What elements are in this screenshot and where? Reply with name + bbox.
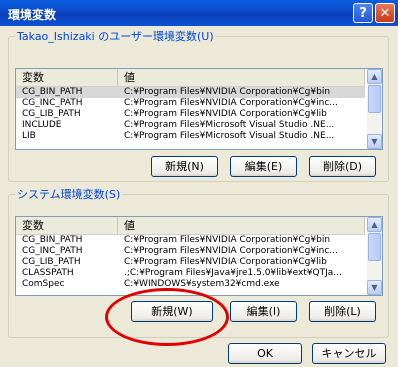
variable-name: CG_INC_PATH: [22, 246, 83, 256]
variable-value: C:¥Program Files¥NVIDIA Corporation¥Cg¥l…: [124, 109, 327, 119]
cancel-button[interactable]: キャンセル: [312, 343, 386, 364]
table-row[interactable]: CG_INC_PATH C:¥Program Files¥NVIDIA Corp…: [16, 98, 365, 109]
ok-button[interactable]: OK: [228, 343, 302, 364]
scroll-down-arrow-icon[interactable]: ▼: [367, 280, 382, 295]
table-row[interactable]: CG_BIN_PATH C:¥Program Files¥NVIDIA Corp…: [16, 87, 365, 98]
scroll-up-arrow-icon[interactable]: ▲: [367, 217, 382, 232]
scroll-thumb[interactable]: [368, 233, 381, 261]
variable-name: LIB: [22, 131, 36, 141]
variable-value: C:¥Program Files¥Microsoft Visual Studio…: [124, 131, 335, 141]
table-row[interactable]: ComSpec C:¥WINDOWS¥system32¥cmd.exe: [16, 279, 365, 290]
variable-name: ComSpec: [22, 279, 65, 289]
table-row[interactable]: CG_INC_PATH C:¥Program Files¥NVIDIA Corp…: [16, 246, 365, 257]
user-edit-button[interactable]: 編集(E): [230, 156, 297, 177]
variable-name: CG_BIN_PATH: [22, 87, 83, 97]
column-header-value[interactable]: 値: [118, 217, 365, 234]
system-edit-button[interactable]: 編集(I): [230, 301, 297, 322]
list-header: 変数 値: [16, 217, 365, 235]
variable-value: C:¥Program Files¥NVIDIA Corporation¥Cg¥b…: [124, 87, 331, 97]
scroll-down-arrow-icon[interactable]: ▼: [367, 134, 382, 149]
user-delete-button[interactable]: 削除(D): [309, 156, 376, 177]
table-row[interactable]: CLASSPATH .;C:¥Program Files¥Java¥jre1.5…: [16, 268, 365, 279]
variable-name: CG_BIN_PATH: [22, 235, 83, 245]
red-ellipse-annotation: [105, 288, 229, 346]
column-header-value[interactable]: 値: [118, 69, 365, 86]
variable-value: C:¥Program Files¥NVIDIA Corporation¥Cg¥i…: [124, 98, 338, 108]
system-variables-legend: システム環境変数(S): [17, 188, 121, 201]
list-header: 変数 値: [16, 69, 365, 87]
table-row[interactable]: CG_LIB_PATH C:¥Program Files¥NVIDIA Corp…: [16, 109, 365, 120]
window-title: 環境変数: [8, 8, 57, 22]
variable-value: C:¥Program Files¥NVIDIA Corporation¥Cg¥b…: [124, 235, 331, 245]
vertical-scrollbar[interactable]: ▲ ▼: [367, 69, 382, 149]
scroll-thumb[interactable]: [368, 85, 381, 113]
table-row[interactable]: CG_LIB_PATH C:¥Program Files¥NVIDIA Corp…: [16, 257, 365, 268]
close-button[interactable]: ✕: [375, 3, 395, 23]
variable-name: INCLUDE: [22, 120, 62, 130]
user-variables-legend: Takao_Ishizaki のユーザー環境変数(U): [17, 30, 214, 43]
scroll-up-arrow-icon[interactable]: ▲: [367, 69, 382, 84]
help-button[interactable]: ?: [353, 3, 373, 23]
system-delete-button[interactable]: 削除(L): [309, 301, 376, 322]
variable-value: C:¥Program Files¥Microsoft Visual Studio…: [124, 120, 335, 130]
variable-value: .;C:¥Program Files¥Java¥jre1.5.0¥lib¥ext…: [124, 268, 342, 278]
variable-name: CLASSPATH: [22, 268, 74, 278]
column-header-variable[interactable]: 変数: [16, 69, 118, 86]
user-new-button[interactable]: 新規(N): [151, 156, 218, 177]
table-row[interactable]: INCLUDE C:¥Program Files¥Microsoft Visua…: [16, 120, 365, 131]
variable-value: C:¥Program Files¥NVIDIA Corporation¥Cg¥i…: [124, 246, 338, 256]
variable-name: CG_LIB_PATH: [22, 109, 81, 119]
user-variables-list[interactable]: 変数 値 CG_BIN_PATH C:¥Program Files¥NVIDIA…: [15, 68, 383, 150]
variable-name: CG_LIB_PATH: [22, 257, 81, 267]
variable-value: C:¥Program Files¥NVIDIA Corporation¥Cg¥l…: [124, 257, 327, 267]
variable-name: CG_INC_PATH: [22, 98, 83, 108]
table-row[interactable]: CG_BIN_PATH C:¥Program Files¥NVIDIA Corp…: [16, 235, 365, 246]
system-variables-list[interactable]: 変数 値 CG_BIN_PATH C:¥Program Files¥NVIDIA…: [15, 216, 383, 296]
vertical-scrollbar[interactable]: ▲ ▼: [367, 217, 382, 295]
column-header-variable[interactable]: 変数: [16, 217, 118, 234]
title-bar: 環境変数 ? ✕: [0, 0, 398, 26]
table-row[interactable]: LIB C:¥Program Files¥Microsoft Visual St…: [16, 131, 365, 142]
